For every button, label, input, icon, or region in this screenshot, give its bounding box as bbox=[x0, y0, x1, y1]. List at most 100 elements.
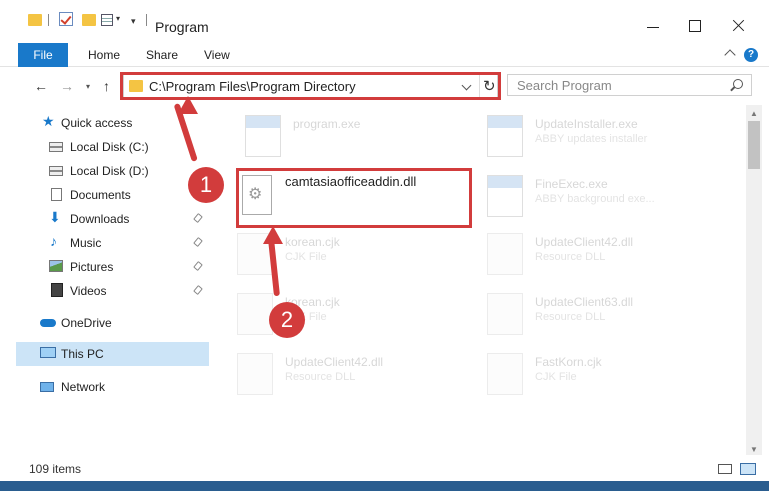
disk-icon bbox=[49, 166, 63, 176]
file-name: korean.cjk bbox=[285, 235, 340, 249]
documents-icon bbox=[51, 188, 62, 201]
dll-file-icon bbox=[487, 233, 523, 275]
sidebar-item-pictures[interactable]: Pictures bbox=[0, 255, 215, 279]
sidebar-item-onedrive[interactable]: OneDrive bbox=[0, 311, 215, 335]
sidebar-item-label: Quick access bbox=[61, 116, 133, 130]
disk-icon bbox=[49, 142, 63, 152]
file-item[interactable]: UpdateClient42.dll Resource DLL bbox=[487, 229, 737, 289]
status-bar: 109 items bbox=[0, 455, 769, 481]
scroll-thumb[interactable] bbox=[748, 121, 760, 169]
step-badge-1: 1 bbox=[188, 167, 224, 203]
arrow-head-icon bbox=[178, 96, 198, 114]
star-icon: ★ bbox=[42, 113, 55, 129]
search-icon[interactable] bbox=[733, 79, 743, 89]
properties-icon[interactable] bbox=[101, 14, 113, 26]
maximize-button[interactable] bbox=[688, 18, 704, 34]
minimize-button[interactable] bbox=[646, 18, 662, 34]
file-highlight-box bbox=[236, 168, 472, 228]
folder-icon bbox=[28, 14, 42, 26]
close-button[interactable] bbox=[731, 18, 747, 34]
sidebar-item-music[interactable]: ♪ Music bbox=[0, 231, 215, 255]
file-name: UpdateInstaller.exe bbox=[535, 117, 638, 131]
file-description: ABBY background exe... bbox=[535, 193, 655, 205]
sidebar-item-label: This PC bbox=[61, 347, 104, 361]
expand-ribbon-icon[interactable] bbox=[724, 49, 736, 61]
exe-file-icon bbox=[245, 115, 281, 157]
videos-icon bbox=[51, 283, 63, 297]
ribbon-tabs: File Home Share View ? bbox=[0, 43, 769, 67]
desktop-background bbox=[0, 481, 769, 491]
help-icon[interactable]: ? bbox=[744, 48, 758, 62]
sidebar-item-local-disk-c[interactable]: Local Disk (C:) bbox=[0, 135, 215, 159]
new-folder-icon[interactable] bbox=[82, 14, 96, 26]
back-arrow-icon[interactable]: ← bbox=[34, 78, 48, 94]
sidebar-item-network[interactable]: Network bbox=[0, 375, 215, 399]
explorer-window: ▾ ▾ Program File Home Share View ? ← → ▾… bbox=[0, 0, 769, 491]
file-description: CJK File bbox=[535, 371, 577, 383]
forward-arrow-icon[interactable]: → bbox=[60, 78, 74, 94]
file-description: CJK File bbox=[285, 251, 327, 263]
sidebar-item-label: Downloads bbox=[70, 212, 130, 226]
file-description: Resource DLL bbox=[285, 371, 356, 383]
file-name: UpdateClient42.dll bbox=[285, 355, 384, 369]
pin-icon[interactable] bbox=[193, 213, 203, 223]
sidebar-item-documents[interactable]: Documents bbox=[0, 183, 215, 207]
sidebar-item-label: Local Disk (D:) bbox=[70, 164, 149, 178]
up-arrow-icon[interactable]: ↑ bbox=[103, 78, 110, 94]
document-file-icon bbox=[487, 353, 523, 395]
sidebar-item-label: Pictures bbox=[70, 260, 114, 274]
file-item[interactable]: UpdateClient42.dll Resource DLL bbox=[237, 349, 487, 409]
sidebar-item-label: Local Disk (C:) bbox=[70, 140, 149, 154]
recent-locations-icon[interactable]: ▾ bbox=[86, 82, 90, 91]
file-item[interactable]: FineExec.exe ABBY background exe... bbox=[487, 171, 737, 231]
pin-icon[interactable] bbox=[193, 237, 203, 247]
sidebar-item-videos[interactable]: Videos bbox=[0, 279, 215, 303]
tab-home[interactable]: Home bbox=[88, 43, 120, 67]
search-input[interactable]: Search Program bbox=[507, 74, 752, 96]
exe-file-icon bbox=[487, 115, 523, 157]
tab-view[interactable]: View bbox=[204, 43, 230, 67]
file-item[interactable]: program.exe bbox=[245, 111, 495, 171]
file-description: Resource DLL bbox=[535, 311, 606, 323]
file-item[interactable]: FastKorn.cjk CJK File bbox=[487, 349, 737, 409]
window-title: Program bbox=[155, 19, 209, 35]
title-bar: ▾ ▾ Program bbox=[0, 0, 769, 38]
step-badge-2: 2 bbox=[269, 302, 305, 338]
exe-file-icon bbox=[487, 175, 523, 217]
pin-icon[interactable] bbox=[193, 261, 203, 271]
file-name: FastKorn.cjk bbox=[535, 355, 602, 369]
file-name: FineExec.exe bbox=[535, 177, 608, 191]
separator bbox=[146, 14, 147, 26]
sidebar-item-downloads[interactable]: ⬇ Downloads bbox=[0, 207, 215, 231]
chevron-down-icon[interactable]: ▾ bbox=[116, 14, 120, 23]
file-item[interactable]: UpdateInstaller.exe ABBY updates install… bbox=[487, 111, 737, 171]
large-icons-view-icon[interactable] bbox=[740, 463, 756, 475]
tab-file[interactable]: File bbox=[18, 43, 68, 67]
vertical-scrollbar[interactable]: ▲ ▼ bbox=[746, 105, 762, 455]
sidebar-item-label: OneDrive bbox=[61, 316, 112, 330]
customize-toolbar-icon[interactable]: ▾ bbox=[131, 16, 136, 27]
file-name: program.exe bbox=[293, 117, 361, 131]
file-name: UpdateClient63.dll bbox=[535, 295, 634, 309]
sidebar-item-this-pc[interactable]: This PC bbox=[16, 342, 209, 366]
search-placeholder: Search Program bbox=[517, 78, 612, 93]
properties-check-icon[interactable] bbox=[59, 12, 73, 26]
tab-share[interactable]: Share bbox=[146, 43, 178, 67]
file-item[interactable]: UpdateClient63.dll Resource DLL bbox=[487, 289, 737, 349]
item-count: 109 items bbox=[29, 462, 82, 476]
dll-file-icon bbox=[237, 353, 273, 395]
file-description: ABBY updates installer bbox=[535, 133, 648, 145]
dll-file-icon bbox=[487, 293, 523, 335]
file-description: Resource DLL bbox=[535, 251, 606, 263]
sidebar-item-local-disk-d[interactable]: Local Disk (D:) bbox=[0, 159, 215, 183]
sidebar-item-label: Videos bbox=[70, 284, 107, 298]
pin-icon[interactable] bbox=[193, 285, 203, 295]
onedrive-icon bbox=[40, 319, 56, 327]
file-name: UpdateClient42.dll bbox=[535, 235, 634, 249]
details-view-icon[interactable] bbox=[718, 464, 732, 474]
sidebar-item-label: Documents bbox=[70, 188, 131, 202]
network-icon bbox=[40, 382, 54, 392]
scroll-up-icon[interactable]: ▲ bbox=[750, 109, 758, 118]
document-file-icon bbox=[237, 293, 273, 335]
scroll-down-icon[interactable]: ▼ bbox=[750, 445, 758, 454]
